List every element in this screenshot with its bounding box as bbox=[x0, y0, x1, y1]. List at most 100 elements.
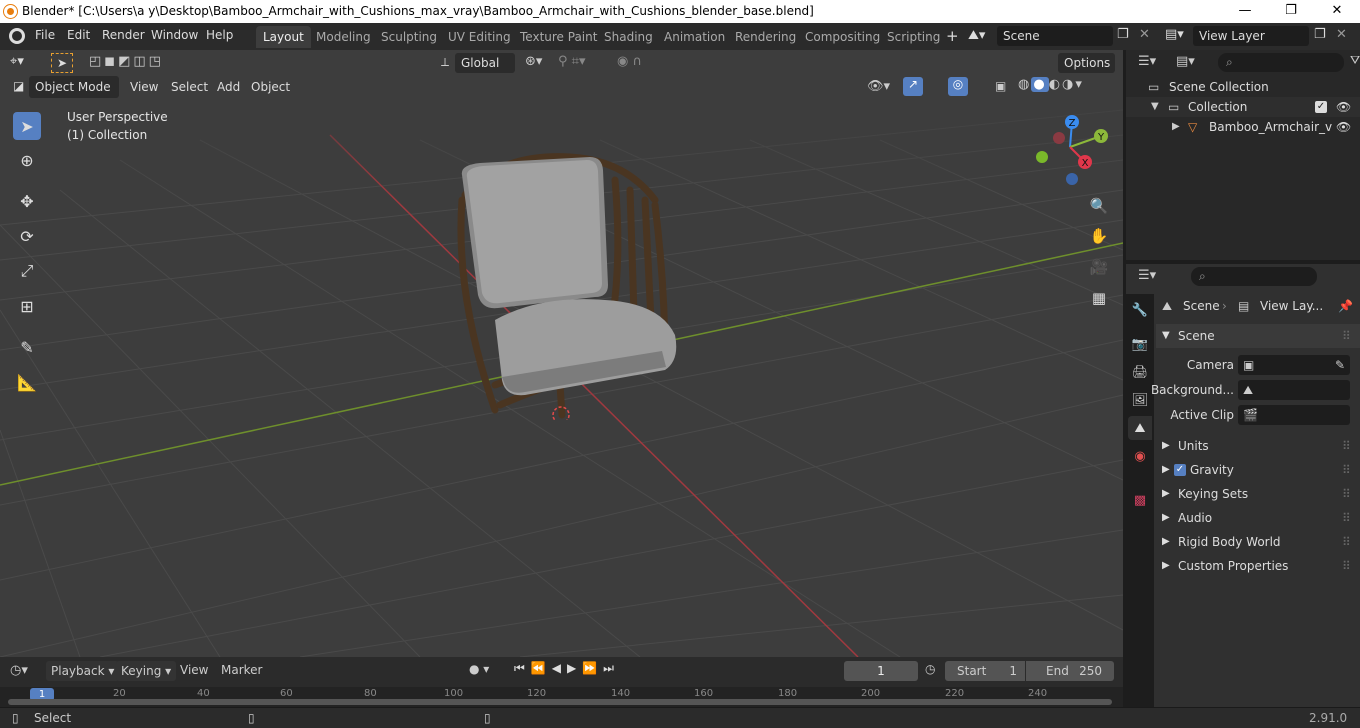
object-eye-icon[interactable]: 👁 bbox=[1336, 117, 1351, 137]
filter-icon[interactable]: ⛛ bbox=[1350, 53, 1360, 68]
visibility-eye-icon[interactable]: 👁▾ bbox=[867, 79, 890, 94]
collection-checkbox[interactable]: ✓ bbox=[1315, 101, 1327, 113]
tab-scripting[interactable]: Scripting bbox=[880, 26, 947, 48]
menu-file[interactable]: File bbox=[35, 28, 55, 42]
xray-toggle-icon[interactable]: ▣ bbox=[995, 79, 1006, 93]
remove-scene-icon[interactable]: ✕ bbox=[1139, 27, 1150, 42]
timeline-editor-icon[interactable]: ◷▾ bbox=[10, 663, 28, 678]
timeline-menu-playback[interactable]: Playback ▾ bbox=[46, 661, 120, 681]
tab-modeling[interactable]: Modeling bbox=[309, 26, 378, 48]
expand-chevron-icon[interactable]: ▶ bbox=[1172, 117, 1180, 137]
view-layer-tab-icon[interactable]: 🖼 bbox=[1128, 388, 1152, 412]
grid-ortho-icon[interactable]: ▦ bbox=[1086, 285, 1112, 311]
scene-tab-icon[interactable]: ⛰ bbox=[1128, 416, 1152, 440]
render-tab-icon[interactable]: 📷 bbox=[1128, 332, 1152, 356]
scene-name-field[interactable]: Scene bbox=[997, 26, 1113, 46]
snap-icon[interactable]: ⚲ ⌗▾ bbox=[558, 54, 586, 69]
subpanel-custom-properties[interactable]: ▶ Custom Properties ⠿ bbox=[1156, 554, 1360, 578]
active-clip-field[interactable]: 🎬 bbox=[1238, 405, 1350, 425]
drag-handle-icon[interactable]: ⠿ bbox=[1342, 482, 1351, 506]
drag-handle-icon[interactable]: ⠿ bbox=[1342, 324, 1351, 348]
viewport-menu-select[interactable]: Select bbox=[171, 75, 208, 99]
select-mode-icons[interactable]: ◰◼◩◫◳ bbox=[89, 54, 164, 69]
close-button[interactable]: ✕ bbox=[1314, 0, 1360, 23]
measure-tool[interactable]: 📐 bbox=[13, 368, 41, 396]
subpanel-keying-sets[interactable]: ▶ Keying Sets ⠿ bbox=[1156, 482, 1360, 506]
tab-texture-paint[interactable]: Texture Paint bbox=[513, 26, 604, 48]
tab-sculpting[interactable]: Sculpting bbox=[374, 26, 444, 48]
minimize-button[interactable]: — bbox=[1222, 0, 1268, 23]
navigation-gizmo[interactable]: Z Y X bbox=[1030, 112, 1115, 192]
timeline-menu-view[interactable]: View bbox=[180, 663, 208, 677]
view-layer-name-field[interactable]: View Layer bbox=[1193, 26, 1309, 46]
new-scene-icon[interactable]: ❐ bbox=[1117, 27, 1129, 42]
subpanel-rigid-body-world[interactable]: ▶ Rigid Body World ⠿ bbox=[1156, 530, 1360, 554]
transform-orientation-dropdown[interactable]: Global bbox=[455, 53, 515, 73]
move-tool[interactable]: ✥ bbox=[13, 187, 41, 215]
pan-hand-icon[interactable]: ✋ bbox=[1086, 223, 1112, 249]
transform-orientation-icon[interactable]: ⟂ bbox=[441, 55, 449, 70]
properties-search-input[interactable]: ⌕ bbox=[1191, 267, 1317, 286]
view-layer-selector-icon[interactable]: ▤▾ bbox=[1165, 27, 1184, 42]
zoom-icon[interactable]: 🔍 bbox=[1086, 193, 1112, 219]
outliner-search-input[interactable]: ⌕ bbox=[1218, 53, 1344, 72]
viewport-menu-view[interactable]: View bbox=[130, 75, 158, 99]
editor-type-icon[interactable]: ⌖▾ bbox=[10, 54, 24, 69]
transform-tool[interactable]: ⊞ bbox=[13, 292, 41, 320]
record-icon[interactable]: ● ▾ bbox=[469, 662, 489, 676]
select-box-tool[interactable]: ➤ bbox=[13, 112, 41, 140]
tab-animation[interactable]: Animation bbox=[657, 26, 732, 48]
drag-handle-icon[interactable]: ⠿ bbox=[1342, 458, 1351, 482]
object-mode-dropdown[interactable]: Object Mode bbox=[29, 76, 119, 98]
timeline-menu-marker[interactable]: Marker bbox=[221, 663, 262, 677]
menu-help[interactable]: Help bbox=[206, 28, 233, 42]
subpanel-audio[interactable]: ▶ Audio ⠿ bbox=[1156, 506, 1360, 530]
outliner-row-collection[interactable]: ▼ ▭ Collection ✓ 👁 bbox=[1126, 97, 1360, 117]
collection-eye-icon[interactable]: 👁 bbox=[1336, 97, 1351, 117]
texture-tab-icon[interactable]: ▩ bbox=[1128, 488, 1152, 512]
scale-tool[interactable]: ⤢ bbox=[13, 257, 41, 285]
eyedropper-icon[interactable]: ✎ bbox=[1335, 353, 1345, 377]
camera-field[interactable]: ▣ ✎ bbox=[1238, 355, 1350, 375]
background-field[interactable]: ⛰ bbox=[1238, 380, 1350, 400]
camera-view-icon[interactable]: 🎥 bbox=[1086, 254, 1112, 280]
drag-handle-icon[interactable]: ⠿ bbox=[1342, 554, 1351, 578]
viewport-menu-object[interactable]: Object bbox=[251, 75, 290, 99]
outliner-row-object[interactable]: ▶ ▽ Bamboo_Armchair_v 👁 bbox=[1126, 117, 1360, 137]
overlay-toggle-icon[interactable]: ◎ bbox=[948, 77, 968, 96]
viewport-menu-add[interactable]: Add bbox=[217, 75, 240, 99]
timeline-menu-keying[interactable]: Keying ▾ bbox=[116, 661, 177, 681]
annotate-tool[interactable]: ✎ bbox=[13, 333, 41, 361]
drag-handle-icon[interactable]: ⠿ bbox=[1342, 506, 1351, 530]
playback-controls-icons[interactable]: ⏮⏪◀▶⏩⏭ bbox=[514, 661, 620, 676]
3d-viewport[interactable]: ⌖▾ ➤ ◰◼◩◫◳ ⟂ Global ⊛▾ ⚲ ⌗▾ ◉ ∩ Options … bbox=[0, 50, 1123, 657]
gravity-checkbox[interactable]: ✓ bbox=[1174, 464, 1186, 476]
display-mode-icon[interactable]: ▤▾ bbox=[1176, 54, 1195, 69]
scene-selector-icon[interactable]: ⛰▾ bbox=[968, 28, 994, 46]
maximize-button[interactable]: ❐ bbox=[1268, 0, 1314, 23]
start-frame-field[interactable]: Start 1 bbox=[945, 661, 1025, 681]
new-view-layer-icon[interactable]: ❐ bbox=[1314, 27, 1326, 42]
tab-shading[interactable]: Shading bbox=[597, 26, 660, 48]
timeline-scrollbar[interactable] bbox=[8, 699, 1112, 705]
cursor-tool[interactable]: ⊕ bbox=[13, 146, 41, 174]
menu-window[interactable]: Window bbox=[151, 28, 198, 42]
subpanel-units[interactable]: ▶ Units ⠿ bbox=[1156, 434, 1360, 458]
pivot-point-icon[interactable]: ⊛▾ bbox=[525, 54, 542, 69]
end-frame-field[interactable]: End 250 bbox=[1026, 661, 1114, 681]
armchair-model[interactable] bbox=[440, 145, 690, 420]
drag-handle-icon[interactable]: ⠿ bbox=[1342, 434, 1351, 458]
outliner-row-scene-collection[interactable]: ▭ Scene Collection bbox=[1126, 77, 1360, 97]
menu-render[interactable]: Render bbox=[102, 28, 145, 42]
gizmo-toggle-icon[interactable]: ↗ bbox=[903, 77, 923, 96]
current-frame-field[interactable]: 1 bbox=[844, 661, 918, 681]
blender-menu-icon[interactable] bbox=[9, 28, 25, 44]
options-dropdown[interactable]: Options bbox=[1058, 53, 1115, 73]
subpanel-gravity[interactable]: ▶ ✓ Gravity ⠿ bbox=[1156, 458, 1360, 482]
properties-editor-icon[interactable]: ☰▾ bbox=[1138, 268, 1156, 283]
pin-icon[interactable]: 📌 bbox=[1338, 294, 1353, 318]
menu-edit[interactable]: Edit bbox=[67, 28, 90, 42]
output-tab-icon[interactable]: 🖨 bbox=[1128, 360, 1152, 384]
add-workspace-button[interactable]: + bbox=[946, 27, 959, 45]
tab-rendering[interactable]: Rendering bbox=[728, 26, 803, 48]
